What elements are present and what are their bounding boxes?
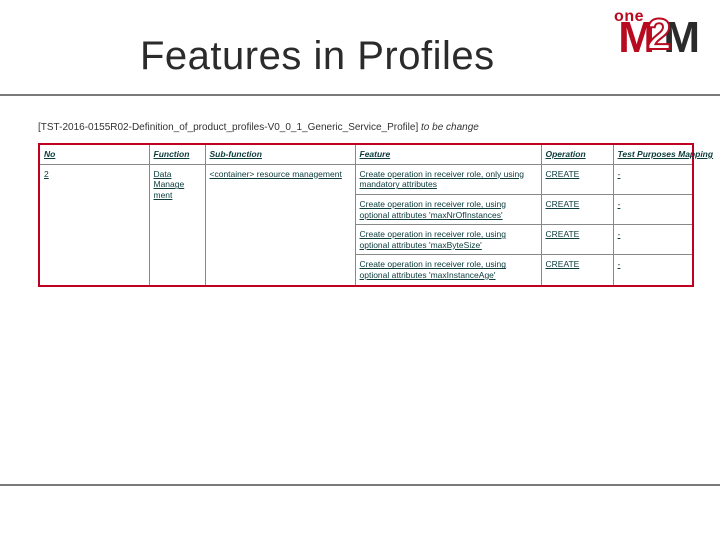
- cell-operation: CREATE: [541, 255, 613, 286]
- cell-feature: Create operation in receiver role, using…: [355, 225, 541, 255]
- cell-function: Data Manage ment: [149, 164, 205, 286]
- cell-operation: CREATE: [541, 194, 613, 224]
- table-header-row: No Function Sub-function Feature Operati…: [39, 144, 693, 164]
- col-feature: Feature: [355, 144, 541, 164]
- cell-feature: Create operation in receiver role, using…: [355, 255, 541, 286]
- col-no: No: [39, 144, 149, 164]
- cell-no: 2: [39, 164, 149, 286]
- cell-operation: CREATE: [541, 164, 613, 194]
- col-function: Function: [149, 144, 205, 164]
- footer-divider: [0, 484, 720, 486]
- col-operation: Operation: [541, 144, 613, 164]
- reference-line: [TST-2016-0155R02-Definition_of_product_…: [38, 122, 720, 133]
- col-sub-function: Sub-function: [205, 144, 355, 164]
- cell-feature: Create operation in receiver role, using…: [355, 194, 541, 224]
- reference-note: to be change: [421, 122, 479, 133]
- features-table: No Function Sub-function Feature Operati…: [38, 143, 694, 287]
- onem2m-logo: one M2M: [586, 8, 696, 68]
- logo-two: 2: [647, 13, 667, 57]
- cell-tpm: -: [613, 194, 693, 224]
- cell-sub-function: <container> resource management: [205, 164, 355, 286]
- logo-m2: M: [663, 13, 696, 62]
- cell-tpm: -: [613, 225, 693, 255]
- slide-header: Features in Profiles one M2M: [0, 0, 720, 96]
- cell-operation: CREATE: [541, 225, 613, 255]
- logo-m2m: M2M: [618, 16, 696, 60]
- cell-feature: Create operation in receiver role, only …: [355, 164, 541, 194]
- col-test-purposes: Test Purposes Mapping: [613, 144, 693, 164]
- reference-id: [TST-2016-0155R02-Definition_of_product_…: [38, 122, 418, 133]
- cell-tpm: -: [613, 255, 693, 286]
- slide-title: Features in Profiles: [140, 34, 495, 79]
- table-row: 2 Data Manage ment <container> resource …: [39, 164, 693, 194]
- cell-tpm: -: [613, 164, 693, 194]
